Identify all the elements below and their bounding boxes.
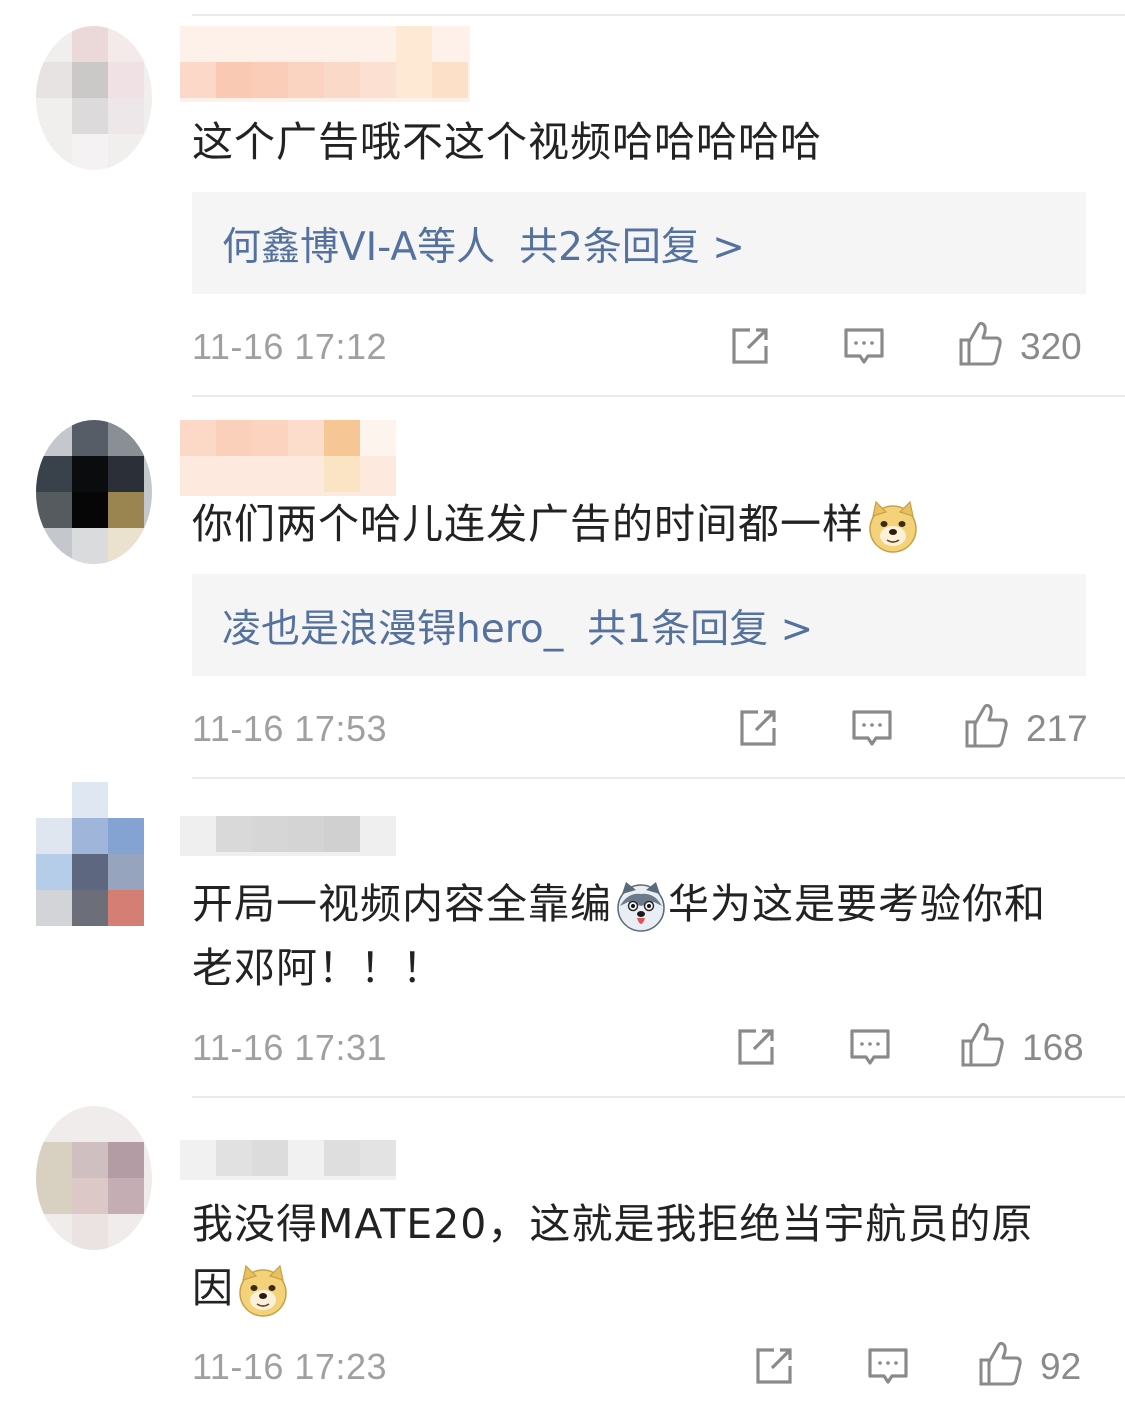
comment-text: 开局一视频内容全靠编 华为这是要考验你和老邓阿！！！	[192, 880, 1046, 992]
divider	[192, 777, 1125, 779]
timestamp: 11-16 17:12	[192, 326, 387, 367]
thumbs-up-icon[interactable]	[958, 320, 1004, 368]
comment-icon[interactable]	[842, 324, 886, 368]
timestamp: 11-16 17:23	[192, 1346, 387, 1387]
reply-count-link[interactable]: 共2条回复 >	[519, 225, 745, 270]
share-icon[interactable]	[736, 706, 780, 750]
divider	[192, 14, 1125, 16]
share-icon[interactable]	[752, 1344, 796, 1388]
like-count: 92	[1040, 1346, 1082, 1387]
like-count: 168	[1022, 1027, 1084, 1068]
comment-text: 这个广告哦不这个视频哈哈哈哈哈	[192, 118, 822, 166]
like-count: 217	[1026, 708, 1088, 749]
timestamp: 11-16 17:31	[192, 1027, 387, 1068]
timestamp: 11-16 17:53	[192, 708, 387, 749]
comment-text: 我没得MATE20，这就是我拒绝当宇航员的原因	[192, 1192, 1072, 1320]
husky-face-icon	[617, 882, 665, 932]
comment-text: 你们两个哈儿连发广告的时间都一样	[192, 492, 1092, 556]
username-blurred[interactable]	[180, 26, 470, 102]
doge-face-icon	[869, 500, 917, 553]
divider	[192, 1096, 1125, 1098]
reply-summary[interactable]: 何鑫博VI-A等人 共2条回复 >	[192, 192, 1086, 294]
thumbs-up-icon[interactable]	[964, 702, 1010, 750]
reply-summary[interactable]: 凌也是浪漫锝hero_ 共1条回复 >	[192, 574, 1086, 676]
avatar[interactable]	[36, 420, 152, 564]
avatar[interactable]	[36, 26, 152, 170]
share-icon[interactable]	[728, 324, 772, 368]
comment-icon[interactable]	[848, 1025, 892, 1069]
reply-count-link[interactable]: 共1条回复 >	[587, 607, 813, 652]
thumbs-up-icon[interactable]	[978, 1340, 1024, 1388]
thumbs-up-icon[interactable]	[960, 1021, 1006, 1069]
share-icon[interactable]	[734, 1025, 778, 1069]
like-count: 320	[1020, 326, 1082, 367]
divider	[192, 395, 1125, 397]
comment-icon[interactable]	[866, 1344, 910, 1388]
comment-icon[interactable]	[850, 706, 894, 750]
username-blurred[interactable]	[180, 420, 396, 496]
avatar[interactable]	[36, 1106, 152, 1250]
avatar[interactable]	[36, 782, 152, 926]
reply-users[interactable]: 凌也是浪漫锝hero_	[222, 607, 563, 652]
doge-face-icon	[239, 1264, 287, 1317]
reply-users[interactable]: 何鑫博VI-A等人	[222, 225, 495, 270]
